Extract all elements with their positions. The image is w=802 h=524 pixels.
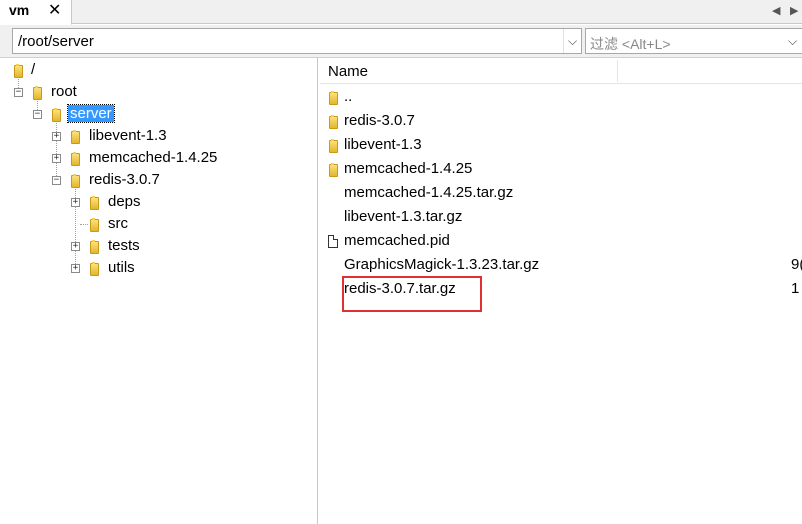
highlight-annotation <box>342 276 482 312</box>
list-item[interactable]: memcached-1.4.25.tar.gz <box>320 182 802 206</box>
expand-icon[interactable]: + <box>71 198 80 207</box>
file-name: GraphicsMagick-1.3.23.tar.gz <box>344 256 540 273</box>
tree-item-redis[interactable]: − redis-3.0.7 <box>0 170 200 191</box>
file-name: memcached-1.4.25 <box>344 160 473 177</box>
list-item[interactable]: libevent-1.3.tar.gz <box>320 206 802 230</box>
folder-icon <box>70 152 80 166</box>
file-size: 1 <box>791 280 800 297</box>
file-name: redis-3.0.7 <box>344 112 415 129</box>
folder-icon <box>328 163 338 177</box>
tab-label: vm <box>9 2 30 18</box>
scroll-left-icon[interactable]: ◀ <box>772 3 780 19</box>
tree-item-libevent[interactable]: + libevent-1.3 <box>0 126 200 147</box>
list-item[interactable]: .. <box>320 86 802 110</box>
folder-icon <box>70 130 80 144</box>
folder-icon <box>328 139 338 153</box>
file-size: 9( <box>791 256 802 273</box>
tree-item-utils[interactable]: + utils <box>0 258 180 279</box>
path-input[interactable]: /root/server ⌵ <box>12 28 582 54</box>
list-item[interactable]: memcached-1.4.25 <box>320 158 802 182</box>
tree-item-root[interactable]: − root <box>0 82 120 103</box>
address-bar: /root/server ⌵ 过滤 <Alt+L> ⌵ <box>0 25 802 58</box>
tree-label: redis-3.0.7 <box>89 171 160 188</box>
file-name: memcached.pid <box>344 232 450 249</box>
filter-input[interactable]: 过滤 <Alt+L> ⌵ <box>585 28 802 54</box>
file-name: libevent-1.3.tar.gz <box>344 208 463 225</box>
tree-item-src[interactable]: src <box>0 214 180 235</box>
column-header[interactable]: Name <box>320 58 802 84</box>
list-item[interactable]: libevent-1.3 <box>320 134 802 158</box>
expand-icon[interactable]: + <box>71 242 80 251</box>
tree-item-root-slash[interactable]: / <box>0 60 100 81</box>
tab-vm[interactable]: vm ✕ <box>0 0 72 25</box>
folder-icon <box>70 174 80 188</box>
file-icon <box>328 235 338 248</box>
tree-label: memcached-1.4.25 <box>89 149 218 166</box>
folder-tree: / − root − server + libevent-1.3 + memca… <box>0 58 318 524</box>
file-name: memcached-1.4.25.tar.gz <box>344 184 514 201</box>
tree-label: utils <box>108 259 135 276</box>
collapse-icon[interactable]: − <box>33 110 42 119</box>
tree-item-tests[interactable]: + tests <box>0 236 180 257</box>
tree-label: src <box>108 215 128 232</box>
folder-icon <box>51 108 61 122</box>
collapse-icon[interactable]: − <box>52 176 61 185</box>
folder-icon <box>89 196 99 210</box>
tree-label: / <box>31 61 36 78</box>
tree-item-server[interactable]: − server <box>0 104 140 125</box>
expand-icon[interactable]: + <box>71 264 80 273</box>
column-separator[interactable] <box>617 60 618 82</box>
file-name: .. <box>344 88 353 105</box>
expand-icon[interactable]: + <box>52 132 61 141</box>
scroll-right-icon[interactable]: ▶ <box>790 3 798 19</box>
collapse-icon[interactable]: − <box>14 88 23 97</box>
filter-placeholder: 过滤 <Alt+L> <box>590 36 671 52</box>
tree-label: deps <box>108 193 141 210</box>
tree-item-memcached[interactable]: + memcached-1.4.25 <box>0 148 240 169</box>
folder-icon <box>89 262 99 276</box>
tree-label: tests <box>108 237 140 254</box>
tab-bar: vm ✕ ◀ ▶ <box>0 0 802 25</box>
expand-icon[interactable]: + <box>52 154 61 163</box>
file-name: libevent-1.3 <box>344 136 422 153</box>
folder-icon <box>89 218 99 232</box>
folder-icon <box>89 240 99 254</box>
list-item[interactable]: redis-3.0.7 <box>320 110 802 134</box>
folder-icon <box>13 64 23 78</box>
list-item[interactable]: GraphicsMagick-1.3.23.tar.gz 9( <box>320 254 802 278</box>
folder-icon <box>328 115 338 129</box>
folder-icon <box>32 86 42 100</box>
folder-icon <box>328 91 338 105</box>
chevron-down-icon[interactable]: ⌵ <box>563 29 581 53</box>
chevron-down-icon[interactable]: ⌵ <box>788 29 802 53</box>
tree-label-selected: server <box>67 104 115 123</box>
path-text: /root/server <box>18 33 94 50</box>
list-item[interactable]: memcached.pid <box>320 230 802 254</box>
tree-label: root <box>51 83 77 100</box>
column-name: Name <box>328 63 369 80</box>
tree-item-deps[interactable]: + deps <box>0 192 180 213</box>
tree-label: libevent-1.3 <box>89 127 167 144</box>
close-icon[interactable]: ✕ <box>48 2 61 20</box>
